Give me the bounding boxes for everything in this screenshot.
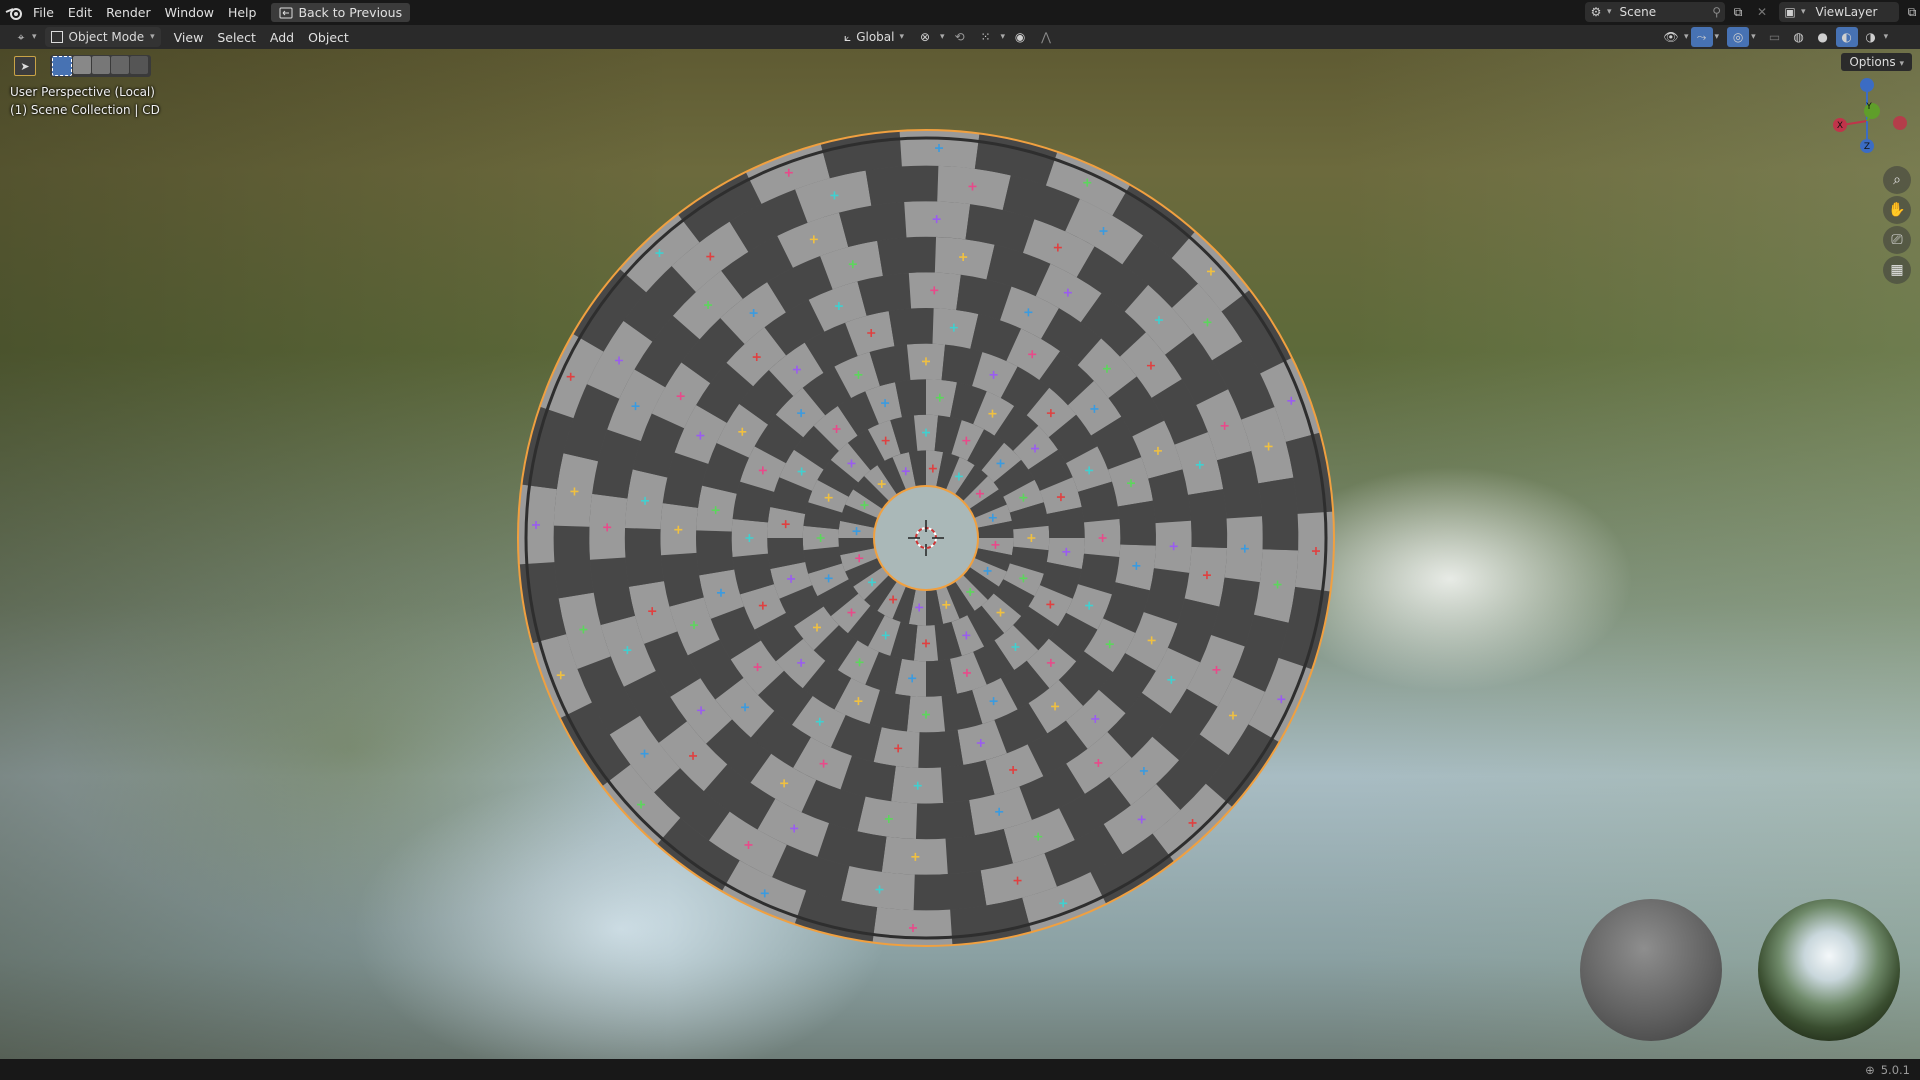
zoom-icon[interactable]: ⌕	[1883, 166, 1911, 194]
disc-checker-cell	[624, 527, 664, 587]
chevron-down-icon: ▾	[1751, 32, 1756, 42]
gizmo-z-top[interactable]	[1860, 78, 1874, 92]
network-icon: ⊕	[1865, 1062, 1875, 1077]
gizmo-y-label: Y	[1865, 102, 1872, 112]
gizmo-x-neg[interactable]	[1893, 116, 1907, 130]
rendered-shading-icon[interactable]: ◑	[1860, 27, 1882, 47]
disc-checker-cell	[1117, 500, 1156, 546]
new-scene-icon[interactable]: ⧉	[1727, 2, 1749, 22]
menu-add[interactable]: Add	[263, 25, 301, 50]
editor-type-icon[interactable]: ⌖	[10, 27, 32, 47]
select-invert-icon[interactable]	[111, 56, 129, 74]
object-mode-label: Object Mode	[68, 30, 145, 44]
delete-scene-icon[interactable]: ✕	[1751, 2, 1773, 22]
gizmo-icon[interactable]: ⤳	[1690, 27, 1713, 47]
gizmo-z-label: Z	[1864, 142, 1870, 152]
transform-orientation-dropdown[interactable]: ⟀ Global ▾	[838, 27, 911, 47]
viewport-header: ⌖ ▾ Object Mode ▾ View Select Add Object…	[0, 25, 1920, 49]
cd-disc-mesh[interactable]	[508, 120, 1344, 956]
select-extend-icon[interactable]	[73, 56, 91, 74]
chevron-down-icon: ▾	[1607, 7, 1612, 17]
navigation-gizmo[interactable]: X Y Z	[1820, 69, 1910, 159]
disc-checker-cell	[888, 308, 934, 347]
menu-help[interactable]: Help	[221, 0, 264, 25]
transform-orientation-icon: ⟀	[844, 29, 852, 44]
menu-view[interactable]: View	[167, 25, 211, 50]
pin-icon[interactable]: ⚲	[1712, 5, 1721, 19]
scene-icon: ⚙	[1590, 5, 1602, 19]
chevron-down-icon: ▾	[1000, 32, 1006, 42]
disc-checker-cell	[918, 729, 964, 768]
top-bar: File Edit Render Window Help Back to Pre…	[0, 0, 1920, 25]
new-viewlayer-icon[interactable]: ⧉	[1901, 2, 1920, 22]
scene-name: Scene	[1619, 5, 1657, 19]
select-intersect-icon[interactable]	[130, 56, 148, 74]
disc-checker-cell	[865, 165, 939, 206]
disc-checker-cell	[1258, 477, 1299, 551]
chevron-down-icon: ▾	[150, 32, 155, 42]
material-shading-icon[interactable]: ◐	[1835, 27, 1858, 47]
status-bar: ⊕ 5.0.1	[0, 1059, 1920, 1080]
xray-icon[interactable]: ▭	[1764, 27, 1786, 47]
grid-icon[interactable]: ▦	[1883, 256, 1911, 284]
wireframe-shading-icon[interactable]: ◍	[1788, 27, 1810, 47]
menu-window[interactable]: Window	[158, 0, 221, 25]
menu-render[interactable]: Render	[99, 0, 158, 25]
blender-logo-icon[interactable]	[4, 5, 26, 21]
collection-label: (1) Scene Collection | CD	[10, 103, 160, 117]
disc-checker-cell	[915, 800, 975, 840]
viewlayer-icon: ▣	[1784, 5, 1796, 19]
back-to-previous-button[interactable]: Back to Previous	[271, 3, 411, 22]
overlay-icon[interactable]: ◎	[1727, 27, 1750, 47]
select-tool-icon[interactable]: ➤	[14, 56, 36, 76]
disc-checker-cell	[1188, 489, 1228, 549]
pan-hand-icon[interactable]: ✋	[1883, 196, 1911, 224]
object-mode-dropdown[interactable]: Object Mode ▾	[44, 27, 161, 47]
snap-toggle-icon[interactable]: ⟲	[949, 27, 971, 47]
viewlayer-selector[interactable]: ▣ ▾ ViewLayer	[1779, 2, 1899, 22]
disc-checker-cell	[913, 870, 987, 911]
version-label: 5.0.1	[1880, 1062, 1910, 1077]
falloff-icon[interactable]: ⋀	[1035, 27, 1057, 47]
chevron-down-icon: ▾	[1684, 32, 1689, 42]
3d-viewport[interactable]: ➤ Options ▾ User Perspective (Local) (1)…	[0, 49, 1920, 1059]
lookdev-solid-sphere	[1580, 899, 1722, 1041]
chevron-down-icon: ▾	[1801, 7, 1806, 17]
select-mode-group	[50, 55, 151, 77]
chevron-down-icon: ▾	[32, 32, 37, 42]
snap-icon[interactable]: ⁙	[975, 27, 997, 47]
menu-object[interactable]: Object	[301, 25, 356, 50]
disc-checker-cell	[553, 525, 594, 599]
disc-checker-cell	[696, 530, 735, 576]
lookdev-hdri-sphere	[1758, 899, 1900, 1041]
visibility-icon[interactable]: 👁	[1660, 27, 1682, 47]
pivot-icon[interactable]: ⊗	[914, 27, 936, 47]
options-label: Options	[1849, 55, 1896, 69]
proportional-edit-icon[interactable]: ◉	[1009, 27, 1031, 47]
screen-back-icon	[279, 7, 293, 18]
chevron-down-icon: ▾	[899, 32, 905, 42]
solid-shading-icon[interactable]: ●	[1812, 27, 1834, 47]
menu-edit[interactable]: Edit	[61, 0, 99, 25]
select-box-icon[interactable]	[52, 56, 72, 76]
chevron-down-icon: ▾	[940, 32, 945, 42]
scene-selector[interactable]: ⚙ ▾ Scene ⚲	[1585, 2, 1725, 22]
menu-file[interactable]: File	[26, 0, 61, 25]
chevron-down-icon: ▾	[1714, 32, 1720, 42]
camera-icon[interactable]: ⎚	[1883, 226, 1911, 254]
chevron-down-icon: ▾	[1899, 59, 1904, 69]
gizmo-x-label: X	[1837, 121, 1843, 131]
select-subtract-icon[interactable]	[92, 56, 110, 74]
transform-orientation-label: Global	[856, 30, 895, 44]
object-mode-icon	[50, 31, 63, 43]
menu-select[interactable]: Select	[210, 25, 263, 50]
disc-center-hole	[873, 485, 979, 591]
disc-checker-cell	[877, 236, 937, 276]
chevron-down-icon: ▾	[1883, 32, 1889, 42]
perspective-label: User Perspective (Local)	[10, 85, 155, 99]
back-to-previous-label: Back to Previous	[298, 5, 403, 20]
viewlayer-name: ViewLayer	[1815, 5, 1878, 19]
